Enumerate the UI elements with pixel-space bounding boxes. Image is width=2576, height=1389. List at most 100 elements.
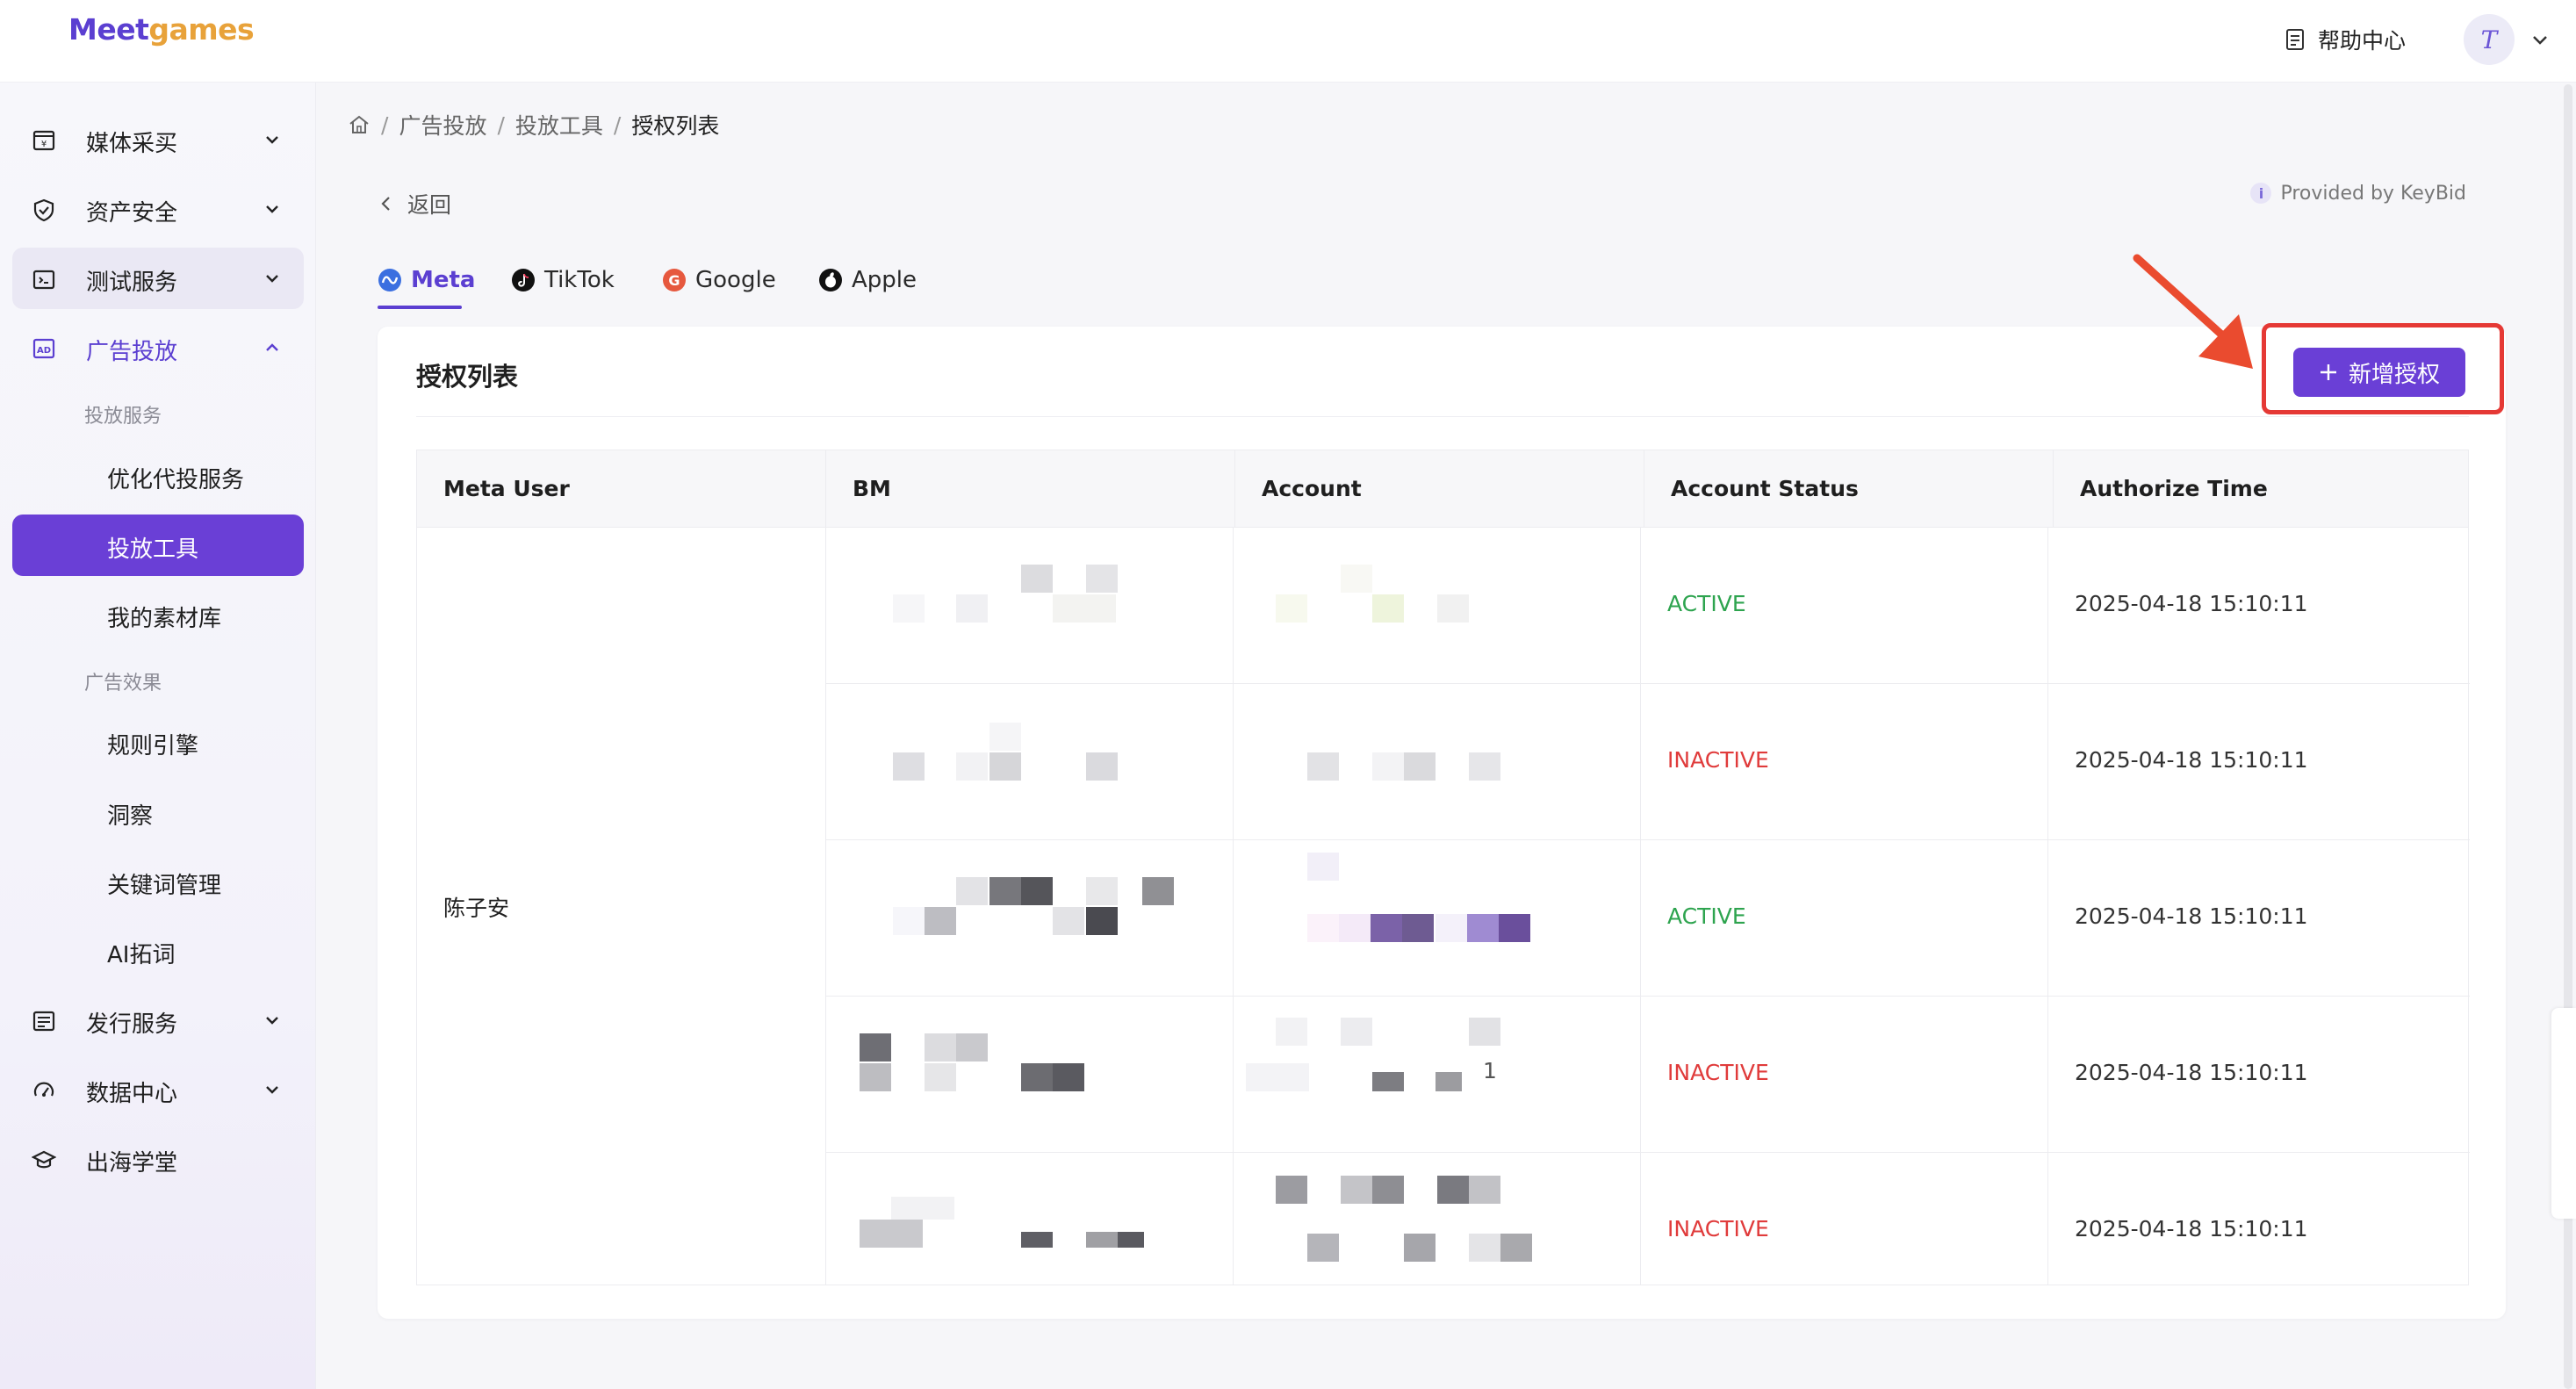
redacted-pixels xyxy=(925,907,956,935)
redacted-pixels xyxy=(956,877,988,905)
provided-by-label: Provided by KeyBid xyxy=(2280,182,2466,205)
redacted-pixels xyxy=(1436,1072,1462,1091)
redacted-pixels xyxy=(1469,752,1500,781)
red-arrow-annotation xyxy=(2133,254,2253,369)
tiktok-logo-icon xyxy=(512,269,535,291)
column-header-meta-user: Meta User xyxy=(417,450,826,528)
sidebar-subitem-delivery-tools[interactable]: 投放工具 xyxy=(12,515,304,576)
floating-side-panel-tab[interactable] xyxy=(2551,1008,2576,1219)
sidebar-item-test-service[interactable]: 测试服务 xyxy=(12,248,304,309)
redacted-pixels xyxy=(956,1033,988,1062)
bm-cell xyxy=(826,684,1234,840)
top-header: Meetgames 帮助中心 T xyxy=(0,0,2576,83)
back-button[interactable]: 返回 xyxy=(378,186,451,221)
column-header-authorize-time: Authorize Time xyxy=(2054,450,2468,528)
provided-by: i Provided by KeyBid xyxy=(2250,177,2466,209)
sidebar-item-label: 广告投放 xyxy=(86,339,178,365)
table-row: 1 INACTIVE 2025-04-18 15:10:11 xyxy=(826,997,2470,1153)
redacted-pixels xyxy=(1371,914,1402,942)
table-row: ACTIVE 2025-04-18 15:10:11 xyxy=(826,528,2470,684)
redacted-pixels xyxy=(1021,565,1053,593)
redacted-pixels xyxy=(1341,1176,1372,1204)
redacted-pixels xyxy=(1276,594,1307,623)
apple-logo-icon xyxy=(819,269,842,291)
document-icon xyxy=(2285,29,2304,50)
sidebar-subitem-keyword-management[interactable]: 关键词管理 xyxy=(12,851,304,912)
authorization-list-card: 授权列表 新增授权 Meta User BM Account Account S… xyxy=(378,254,2506,1319)
sidebar-group-label: 广告效果 xyxy=(84,673,162,694)
svg-text:¥: ¥ xyxy=(41,140,47,149)
sidebar-subitem-optimization[interactable]: 优化代投服务 xyxy=(12,445,304,507)
redacted-pixels xyxy=(1053,907,1084,935)
authorize-time: 2025-04-18 15:10:11 xyxy=(2075,591,2308,616)
account-cell: 1 xyxy=(1234,997,1641,1153)
sidebar-subitem-label: 优化代投服务 xyxy=(107,467,245,493)
redacted-pixels xyxy=(1372,752,1404,781)
redacted-pixels xyxy=(1341,1018,1372,1046)
active-tab-indicator xyxy=(378,306,462,309)
status-badge: ACTIVE xyxy=(1667,903,1746,929)
redacted-pixels xyxy=(1404,1234,1436,1262)
data-icon xyxy=(33,1082,54,1097)
redacted-pixels xyxy=(1053,594,1116,623)
sidebar-subitem-rule-engine[interactable]: 规则引擎 xyxy=(12,711,304,773)
help-center-link[interactable]: 帮助中心 xyxy=(2285,21,2406,58)
chevron-down-icon[interactable] xyxy=(2527,26,2553,53)
sidebar-group-label: 投放服务 xyxy=(84,406,162,428)
redacted-pixels xyxy=(1372,1176,1404,1204)
breadcrumb: / 广告投放 / 投放工具 / 授权列表 xyxy=(348,109,719,140)
time-cell: 2025-04-18 15:10:11 xyxy=(2048,684,2470,840)
account-suffix: 1 xyxy=(1483,1058,1497,1083)
sidebar-item-asset-security[interactable]: 资产安全 xyxy=(12,178,304,240)
redacted-pixels xyxy=(1499,914,1530,942)
info-icon: i xyxy=(2250,183,2272,204)
sidebar-subitem-material-library[interactable]: 我的素材库 xyxy=(12,584,304,645)
breadcrumb-item-delivery-tools[interactable]: 投放工具 xyxy=(515,109,603,140)
sidebar-subitem-label: AI拓词 xyxy=(107,942,176,968)
sidebar-item-data-center[interactable]: 数据中心 xyxy=(12,1059,304,1120)
chevron-down-icon xyxy=(266,136,278,144)
sidebar-item-media-buy[interactable]: ¥ 媒体采买 xyxy=(12,109,304,170)
redacted-pixels xyxy=(1469,1018,1500,1046)
card-title: 授权列表 xyxy=(416,362,519,392)
app-logo[interactable]: Meetgames xyxy=(68,12,255,47)
redacted-pixels xyxy=(1021,1063,1053,1091)
status-badge: INACTIVE xyxy=(1667,1060,1769,1085)
home-icon[interactable] xyxy=(348,113,371,136)
redacted-pixels xyxy=(1437,594,1469,623)
redacted-pixels xyxy=(893,594,925,623)
tab-tiktok[interactable]: TikTok xyxy=(511,260,615,300)
redacted-pixels xyxy=(925,1063,956,1091)
redacted-pixels xyxy=(1086,752,1118,781)
sidebar-subitem-insight[interactable]: 洞察 xyxy=(12,781,304,843)
redacted-pixels xyxy=(1142,877,1174,905)
redacted-pixels xyxy=(893,752,925,781)
tab-google[interactable]: G Google xyxy=(662,260,776,300)
user-avatar[interactable]: T xyxy=(2464,14,2515,65)
sidebar-item-academy[interactable]: 出海学堂 xyxy=(12,1128,304,1190)
help-center-label: 帮助中心 xyxy=(2317,28,2406,54)
tab-apple[interactable]: Apple xyxy=(818,260,917,300)
authorize-time: 2025-04-18 15:10:11 xyxy=(2075,747,2308,773)
redacted-pixels xyxy=(1086,877,1118,905)
bm-cell xyxy=(826,840,1234,997)
add-authorization-label: 新增授权 xyxy=(2348,361,2440,388)
status-badge: ACTIVE xyxy=(1667,591,1746,616)
redacted-pixels xyxy=(1086,1232,1118,1248)
sidebar-item-ad-delivery[interactable]: AD 广告投放 xyxy=(12,317,304,378)
breadcrumb-separator: / xyxy=(381,112,389,138)
tab-meta[interactable]: Meta xyxy=(378,260,475,300)
sidebar-item-publish[interactable]: 发行服务 xyxy=(12,990,304,1051)
time-cell: 2025-04-18 15:10:11 xyxy=(2048,528,2470,684)
sidebar-subitem-ai-keywords[interactable]: AI拓词 xyxy=(12,920,304,982)
redacted-pixels xyxy=(1500,1234,1532,1262)
meta-user-name: 陈子安 xyxy=(443,896,510,921)
redacted-pixels xyxy=(893,907,925,935)
breadcrumb-item-ad-delivery[interactable]: 广告投放 xyxy=(399,109,486,140)
tab-label: TikTok xyxy=(544,267,615,293)
folder-test-icon xyxy=(32,270,55,290)
table-row: ACTIVE 2025-04-18 15:10:11 xyxy=(826,840,2470,997)
svg-text:AD: AD xyxy=(37,346,51,356)
add-authorization-button[interactable]: 新增授权 xyxy=(2293,348,2465,397)
redacted-pixels xyxy=(989,877,1021,905)
